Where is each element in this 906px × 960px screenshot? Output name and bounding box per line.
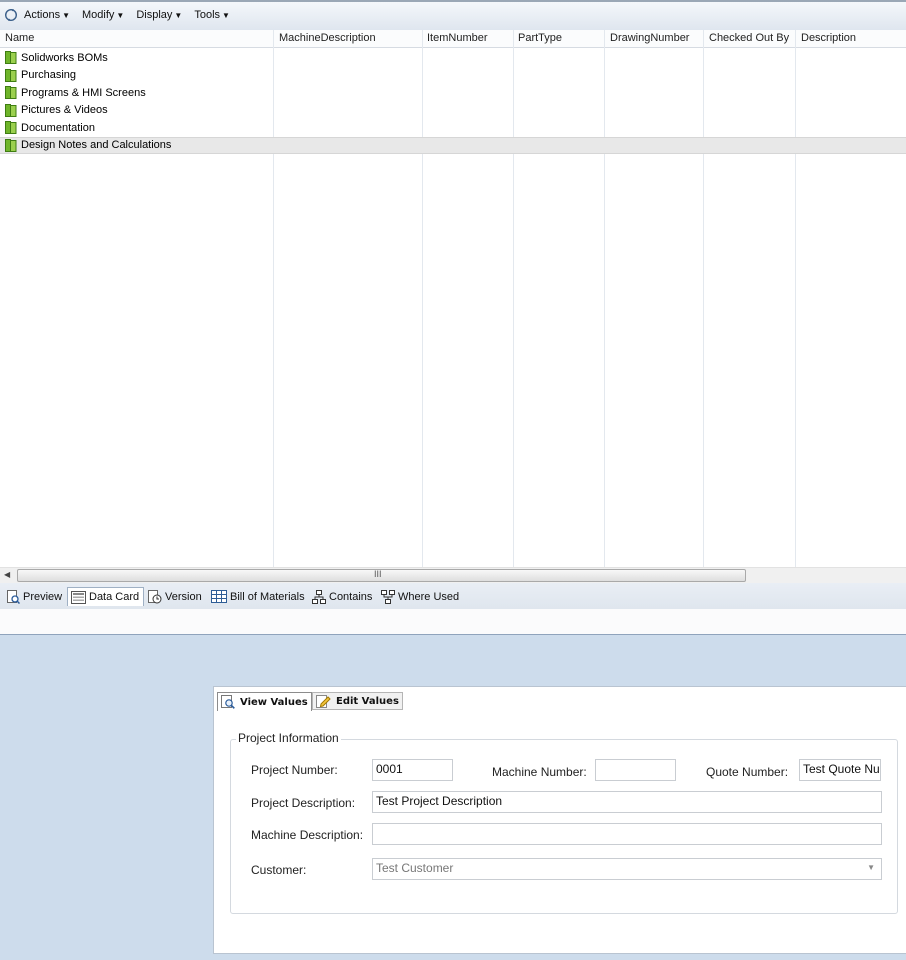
chevron-down-icon: ▼ <box>62 10 70 20</box>
machine-description-label: Machine Description: <box>251 828 364 842</box>
toolbar: Actions ▼ Modify ▼ Display ▼ Tools ▼ <box>0 0 906 30</box>
list-item-label: Design Notes and Calculations <box>21 139 172 152</box>
project-number-field[interactable]: 0001 <box>372 759 453 781</box>
list-item-selected[interactable]: Design Notes and Calculations <box>0 136 906 154</box>
tab-where-used[interactable]: Where Used <box>381 588 459 605</box>
refresh-icon[interactable] <box>4 8 18 22</box>
tab-label: Where Used <box>398 590 460 603</box>
project-description-field[interactable]: Test Project Description <box>372 791 882 813</box>
customer-value: Test Customer <box>376 861 454 875</box>
column-header-item-number[interactable]: ItemNumber <box>427 32 488 44</box>
folder-icon <box>5 51 17 65</box>
quote-number-label: Quote Number: <box>706 765 789 779</box>
group-title: Project Information <box>236 731 341 745</box>
edit-values-label: Edit Values <box>336 695 399 707</box>
project-number-label: Project Number: <box>251 763 338 777</box>
tab-label: Contains <box>329 590 373 603</box>
machine-description-field[interactable] <box>372 823 882 845</box>
pencil-icon <box>316 695 331 708</box>
column-header-machine-description[interactable]: MachineDescription <box>279 32 376 44</box>
list-item-label: Solidworks BOMs <box>21 51 108 64</box>
folder-icon <box>5 121 17 135</box>
machine-number-field[interactable] <box>595 759 676 781</box>
horizontal-scrollbar[interactable]: ◀ III <box>0 567 906 583</box>
chevron-down-icon: ▼ <box>222 10 230 20</box>
list-item-label: Purchasing <box>21 69 77 82</box>
project-description-label: Project Description: <box>251 796 356 810</box>
tab-contains[interactable]: Contains <box>312 588 372 605</box>
column-header-description[interactable]: Description <box>801 32 856 44</box>
tab-preview[interactable]: Preview <box>6 588 62 605</box>
list-item[interactable]: Documentation <box>0 119 906 137</box>
edit-values-tab[interactable]: Edit Values <box>312 692 403 710</box>
list-item[interactable]: Programs & HMI Screens <box>0 84 906 102</box>
version-icon <box>148 589 162 603</box>
data-card-icon <box>71 590 86 604</box>
quote-number-field[interactable]: Test Quote Nu <box>799 759 881 781</box>
tab-bill-of-materials[interactable]: Bill of Materials <box>211 588 305 605</box>
chevron-down-icon: ▼ <box>174 10 183 20</box>
tab-label: Data Card <box>89 591 140 603</box>
folder-icon <box>5 86 17 100</box>
list-item-label: Programs & HMI Screens <box>21 86 146 99</box>
view-values-tab[interactable]: View Values <box>217 692 312 711</box>
customer-dropdown[interactable]: Test Customer ▼ <box>372 858 882 880</box>
column-header-name[interactable]: Name <box>5 32 34 44</box>
column-header-row: Name MachineDescription ItemNumber PartT… <box>0 30 906 48</box>
scroll-grip: III <box>374 569 382 579</box>
list-item[interactable]: Purchasing <box>0 67 906 85</box>
scroll-left-icon[interactable]: ◀ <box>4 570 15 581</box>
column-header-checked-out-by[interactable]: Checked Out By <box>709 32 789 44</box>
list-item[interactable]: Pictures & Videos <box>0 102 906 120</box>
display-menu-label: Display <box>136 9 173 21</box>
tab-data-card[interactable]: Data Card <box>67 587 145 606</box>
folder-icon <box>5 103 17 117</box>
actions-menu-label: Actions <box>24 9 61 21</box>
contains-icon <box>312 589 326 604</box>
details-tab-bar: Preview Data Card Version Bill of Materi… <box>0 583 906 610</box>
chevron-down-icon: ▼ <box>116 10 125 20</box>
data-card-toolbar-area <box>0 609 906 635</box>
scrollbar-thumb[interactable]: III <box>17 569 746 582</box>
list-item-label: Documentation <box>21 121 95 134</box>
tab-label: Preview <box>23 590 63 603</box>
display-menu[interactable]: Display ▼ <box>136 9 186 21</box>
bom-icon <box>211 590 227 603</box>
actions-menu[interactable]: Actions ▼ <box>24 9 74 21</box>
folder-icon <box>5 68 17 82</box>
tab-label: Bill of Materials <box>230 590 305 603</box>
file-list: Solidworks BOMs Purchasing Programs & HM… <box>0 49 906 154</box>
preview-icon <box>7 589 20 604</box>
modify-menu-label: Modify <box>82 9 115 21</box>
folder-icon <box>5 138 17 152</box>
tab-version[interactable]: Version <box>148 588 202 605</box>
magnifier-icon <box>221 695 235 709</box>
tools-menu-label: Tools <box>194 9 221 21</box>
column-header-drawing-number[interactable]: DrawingNumber <box>610 32 689 44</box>
modify-menu[interactable]: Modify ▼ <box>82 9 128 21</box>
chevron-down-icon[interactable]: ▼ <box>867 863 875 872</box>
list-item[interactable]: Solidworks BOMs <box>0 49 906 67</box>
customer-label: Customer: <box>251 863 307 877</box>
where-used-icon <box>381 589 395 604</box>
list-item-label: Pictures & Videos <box>21 104 108 117</box>
machine-number-label: Machine Number: <box>492 765 587 779</box>
view-values-label: View Values <box>240 696 308 708</box>
tab-label: Version <box>165 590 202 603</box>
column-header-part-type[interactable]: PartType <box>518 32 562 44</box>
tools-menu[interactable]: Tools ▼ <box>194 9 234 21</box>
